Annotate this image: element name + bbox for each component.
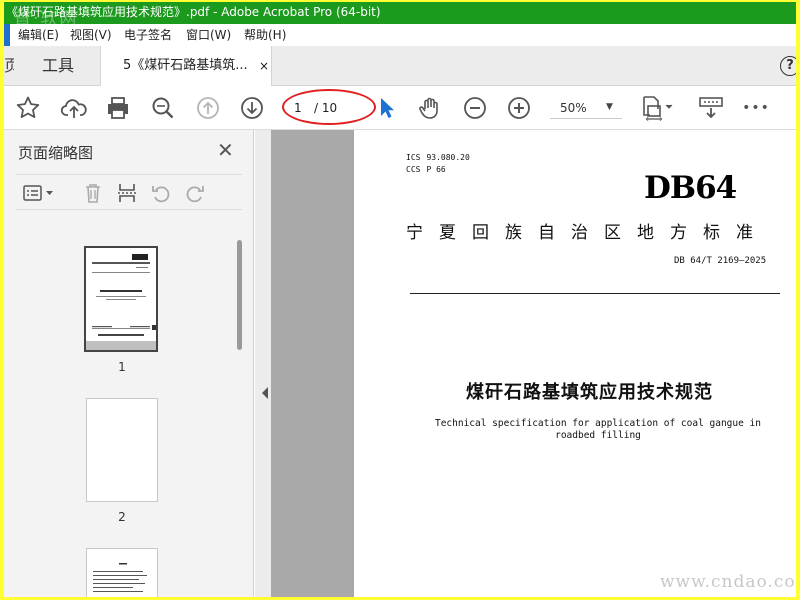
menu-esign[interactable]: 电子签名 bbox=[124, 24, 172, 46]
collapse-panel-icon[interactable] bbox=[260, 386, 270, 400]
thumbnail-number-2: 2 bbox=[118, 510, 126, 524]
thumbnail-page-1[interactable] bbox=[84, 246, 158, 352]
document-gutter bbox=[255, 130, 354, 597]
thumbnail-page-1-preview bbox=[86, 254, 156, 350]
ccs-label: CCS bbox=[406, 165, 421, 174]
acrobat-window: 《煤矸石路基填筑应用技术规范》.pdf - Adobe Acrobat Pro … bbox=[4, 2, 796, 597]
ics-value: 93.080.20 bbox=[426, 153, 470, 162]
menu-accent bbox=[4, 24, 10, 46]
menu-bar: 编辑(E) 视图(V) 电子签名 窗口(W) 帮助(H) bbox=[4, 24, 796, 46]
thumbnail-page-3-preview bbox=[93, 563, 147, 592]
options-menu-icon[interactable] bbox=[20, 181, 58, 205]
document-title-cn: 煤矸石路基填筑应用技术规范 bbox=[466, 382, 713, 403]
zoom-select[interactable]: 50% ▼ bbox=[550, 97, 622, 119]
cloud-upload-icon[interactable] bbox=[58, 92, 90, 124]
help-icon[interactable]: ? bbox=[780, 56, 796, 76]
tab-document-label: 5《煤矸石路基填筑... bbox=[123, 58, 248, 73]
panel-scrollbar[interactable] bbox=[237, 240, 242, 350]
menu-window[interactable]: 窗口(W) bbox=[186, 24, 231, 46]
header-rule bbox=[410, 293, 780, 294]
page-down-icon[interactable] bbox=[236, 92, 268, 124]
menu-edit[interactable]: 编辑(E) bbox=[18, 24, 59, 46]
zoom-in-icon[interactable] bbox=[503, 92, 535, 124]
page-up-icon[interactable] bbox=[192, 92, 224, 124]
insert-page-icon[interactable] bbox=[114, 181, 140, 205]
hand-icon[interactable] bbox=[414, 92, 446, 124]
tab-bar: 页 工具 5《煤矸石路基填筑... × ? bbox=[4, 46, 796, 86]
title-bar: 《煤矸石路基填筑应用技术规范》.pdf - Adobe Acrobat Pro … bbox=[4, 2, 796, 24]
tab-document[interactable]: 5《煤矸石路基填筑... bbox=[100, 46, 272, 86]
print-icon[interactable] bbox=[102, 92, 134, 124]
panel-title: 页面缩略图 bbox=[18, 144, 94, 162]
scroll-mode-icon[interactable] bbox=[694, 92, 728, 124]
select-arrow-icon[interactable] bbox=[370, 92, 402, 124]
standard-number: DB 64/T 2169—2025 bbox=[674, 256, 767, 266]
thumbnail-number-1: 1 bbox=[118, 360, 126, 374]
site-watermark: www.cndao.com bbox=[660, 572, 796, 592]
zoom-search-icon[interactable] bbox=[147, 92, 179, 124]
tab-home[interactable]: 页 bbox=[4, 46, 14, 86]
thumbnail-page-3[interactable] bbox=[86, 548, 158, 597]
window-title: 《煤矸石路基填筑应用技术规范》.pdf - Adobe Acrobat Pro … bbox=[6, 5, 381, 19]
panel-toolbar bbox=[16, 174, 242, 210]
document-page: ICS 93.080.20 CCS P 66 DB64 宁夏回族自治区地方标准 DB… bbox=[354, 130, 796, 597]
rotate-left-icon[interactable] bbox=[148, 181, 174, 205]
zoom-out-icon[interactable] bbox=[459, 92, 491, 124]
toolbar: 1 / 10 50% ▼ ••• bbox=[4, 86, 796, 130]
close-panel-icon[interactable]: ✕ bbox=[217, 138, 234, 162]
ccs-value: P 66 bbox=[426, 165, 446, 174]
db-mark: DB64 bbox=[644, 170, 737, 206]
chevron-down-icon[interactable]: ▼ bbox=[606, 96, 613, 118]
ics-label: ICS bbox=[406, 153, 421, 162]
star-icon[interactable] bbox=[12, 92, 44, 124]
thumbnails-panel: 页面缩略图 ✕ 1 2 bbox=[4, 130, 254, 597]
page-highlight-oval bbox=[282, 89, 376, 125]
zoom-value: 50% bbox=[560, 101, 587, 115]
classification-codes: ICS 93.080.20 CCS P 66 bbox=[406, 152, 470, 176]
menu-view[interactable]: 视图(V) bbox=[70, 24, 112, 46]
tab-tools[interactable]: 工具 bbox=[18, 46, 98, 86]
more-icon[interactable]: ••• bbox=[740, 92, 772, 124]
issuing-org: 宁夏回族自治区地方标准 bbox=[406, 223, 769, 243]
rotate-right-icon[interactable] bbox=[182, 181, 208, 205]
thumbnail-page-2[interactable] bbox=[86, 398, 158, 502]
menu-help[interactable]: 帮助(H) bbox=[244, 24, 286, 46]
close-tab-icon[interactable]: × bbox=[259, 59, 269, 73]
document-title-en: Technical specification for application … bbox=[434, 418, 761, 441]
fit-page-icon[interactable] bbox=[638, 92, 678, 124]
trash-icon[interactable] bbox=[80, 181, 106, 205]
